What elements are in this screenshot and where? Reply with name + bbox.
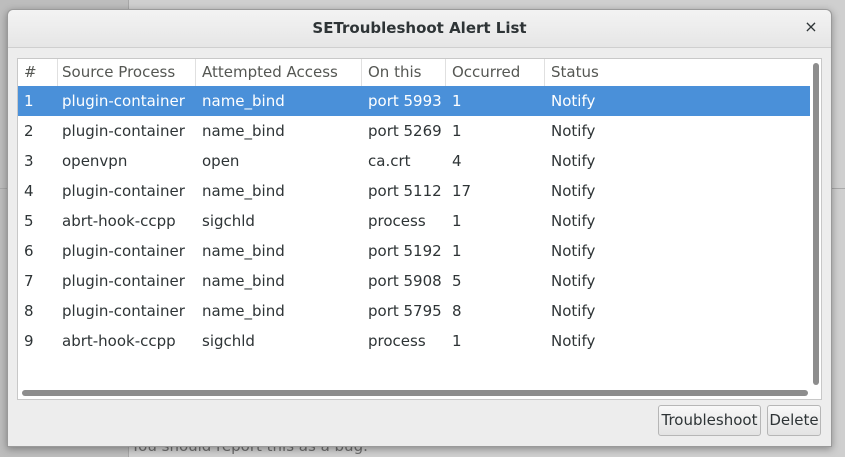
- row-target: port 5795: [368, 302, 442, 320]
- table-row[interactable]: 6 plugin-container name_bind port 5192 1 Noti…: [18, 236, 810, 266]
- row-attempted-access: name_bind: [202, 272, 285, 290]
- row-number: 8: [24, 302, 34, 320]
- row-number: 6: [24, 242, 34, 260]
- table-row[interactable]: 8 plugin-container name_bind port 5795 8 Noti…: [18, 296, 810, 326]
- row-attempted-access: name_bind: [202, 182, 285, 200]
- row-status: Notify: [551, 332, 596, 350]
- horizontal-scrollbar[interactable]: [22, 390, 808, 396]
- row-attempted-access: name_bind: [202, 242, 285, 260]
- row-status: Notify: [551, 212, 596, 230]
- row-number: 3: [24, 152, 34, 170]
- row-source-process: plugin-container: [62, 122, 185, 140]
- row-occurred: 1: [452, 242, 462, 260]
- row-number: 7: [24, 272, 34, 290]
- close-icon[interactable]: ×: [801, 17, 821, 37]
- row-target: process: [368, 212, 426, 230]
- row-number: 4: [24, 182, 34, 200]
- row-status: Notify: [551, 272, 596, 290]
- row-target: port 5192: [368, 242, 442, 260]
- vertical-scrollbar[interactable]: [813, 63, 819, 385]
- column-header-source-process[interactable]: Source Process: [56, 59, 196, 86]
- table-header: # Source Process Attempted Access On thi…: [18, 59, 810, 86]
- table-row[interactable]: 7 plugin-container name_bind port 5908 5 Noti…: [18, 266, 810, 296]
- table-row[interactable]: 2 plugin-container name_bind port 5269 1 Noti…: [18, 116, 810, 146]
- row-occurred: 1: [452, 122, 462, 140]
- row-source-process: plugin-container: [62, 242, 185, 260]
- row-target: port 5908: [368, 272, 442, 290]
- table-row[interactable]: 4 plugin-container name_bind port 5112 17 Not…: [18, 176, 810, 206]
- alert-table[interactable]: # Source Process Attempted Access On thi…: [17, 58, 822, 400]
- row-occurred: 5: [452, 272, 462, 290]
- row-occurred: 1: [452, 332, 462, 350]
- table-row[interactable]: 1 plugin-container name_bind port 5993 1 Noti…: [18, 86, 810, 116]
- row-number: 5: [24, 212, 34, 230]
- row-occurred: 17: [452, 182, 472, 200]
- alert-list-dialog: SETroubleshoot Alert List × # Source Pro…: [7, 9, 832, 447]
- row-target: port 5112: [368, 182, 442, 200]
- row-occurred: 4: [452, 152, 462, 170]
- column-header-number[interactable]: #: [18, 59, 58, 86]
- row-status: Notify: [551, 242, 596, 260]
- row-attempted-access: sigchld: [202, 332, 255, 350]
- row-status: Notify: [551, 302, 596, 320]
- row-attempted-access: sigchld: [202, 212, 255, 230]
- column-header-on-this[interactable]: On this: [362, 59, 446, 86]
- table-row[interactable]: 5 abrt-hook-ccpp sigchld process 1 Notify: [18, 206, 810, 236]
- row-source-process: abrt-hook-ccpp: [62, 212, 176, 230]
- row-target: port 5993: [368, 92, 442, 110]
- row-status: Notify: [551, 182, 596, 200]
- row-target: ca.crt: [368, 152, 411, 170]
- row-attempted-access: open: [202, 152, 240, 170]
- table-row[interactable]: 3 openvpn open ca.crt 4 Notify: [18, 146, 810, 176]
- column-header-status[interactable]: Status: [545, 59, 810, 86]
- row-number: 2: [24, 122, 34, 140]
- row-source-process: openvpn: [62, 152, 128, 170]
- troubleshoot-button[interactable]: Troubleshoot: [658, 405, 761, 436]
- row-occurred: 1: [452, 212, 462, 230]
- row-attempted-access: name_bind: [202, 302, 285, 320]
- row-attempted-access: name_bind: [202, 122, 285, 140]
- row-source-process: plugin-container: [62, 182, 185, 200]
- row-target: process: [368, 332, 426, 350]
- row-number: 1: [24, 92, 34, 110]
- row-occurred: 1: [452, 92, 462, 110]
- delete-button[interactable]: Delete: [767, 405, 821, 436]
- row-status: Notify: [551, 92, 596, 110]
- row-status: Notify: [551, 152, 596, 170]
- row-source-process: plugin-container: [62, 302, 185, 320]
- row-target: port 5269: [368, 122, 442, 140]
- row-status: Notify: [551, 122, 596, 140]
- row-occurred: 8: [452, 302, 462, 320]
- row-source-process: plugin-container: [62, 92, 185, 110]
- column-header-attempted-access[interactable]: Attempted Access: [196, 59, 362, 86]
- column-header-occurred[interactable]: Occurred: [446, 59, 545, 86]
- table-row[interactable]: 9 abrt-hook-ccpp sigchld process 1 Notify: [18, 326, 810, 356]
- row-attempted-access: name_bind: [202, 92, 285, 110]
- dialog-title: SETroubleshoot Alert List: [312, 19, 527, 37]
- dialog-titlebar: SETroubleshoot Alert List ×: [8, 10, 831, 48]
- row-number: 9: [24, 332, 34, 350]
- row-source-process: abrt-hook-ccpp: [62, 332, 176, 350]
- row-source-process: plugin-container: [62, 272, 185, 290]
